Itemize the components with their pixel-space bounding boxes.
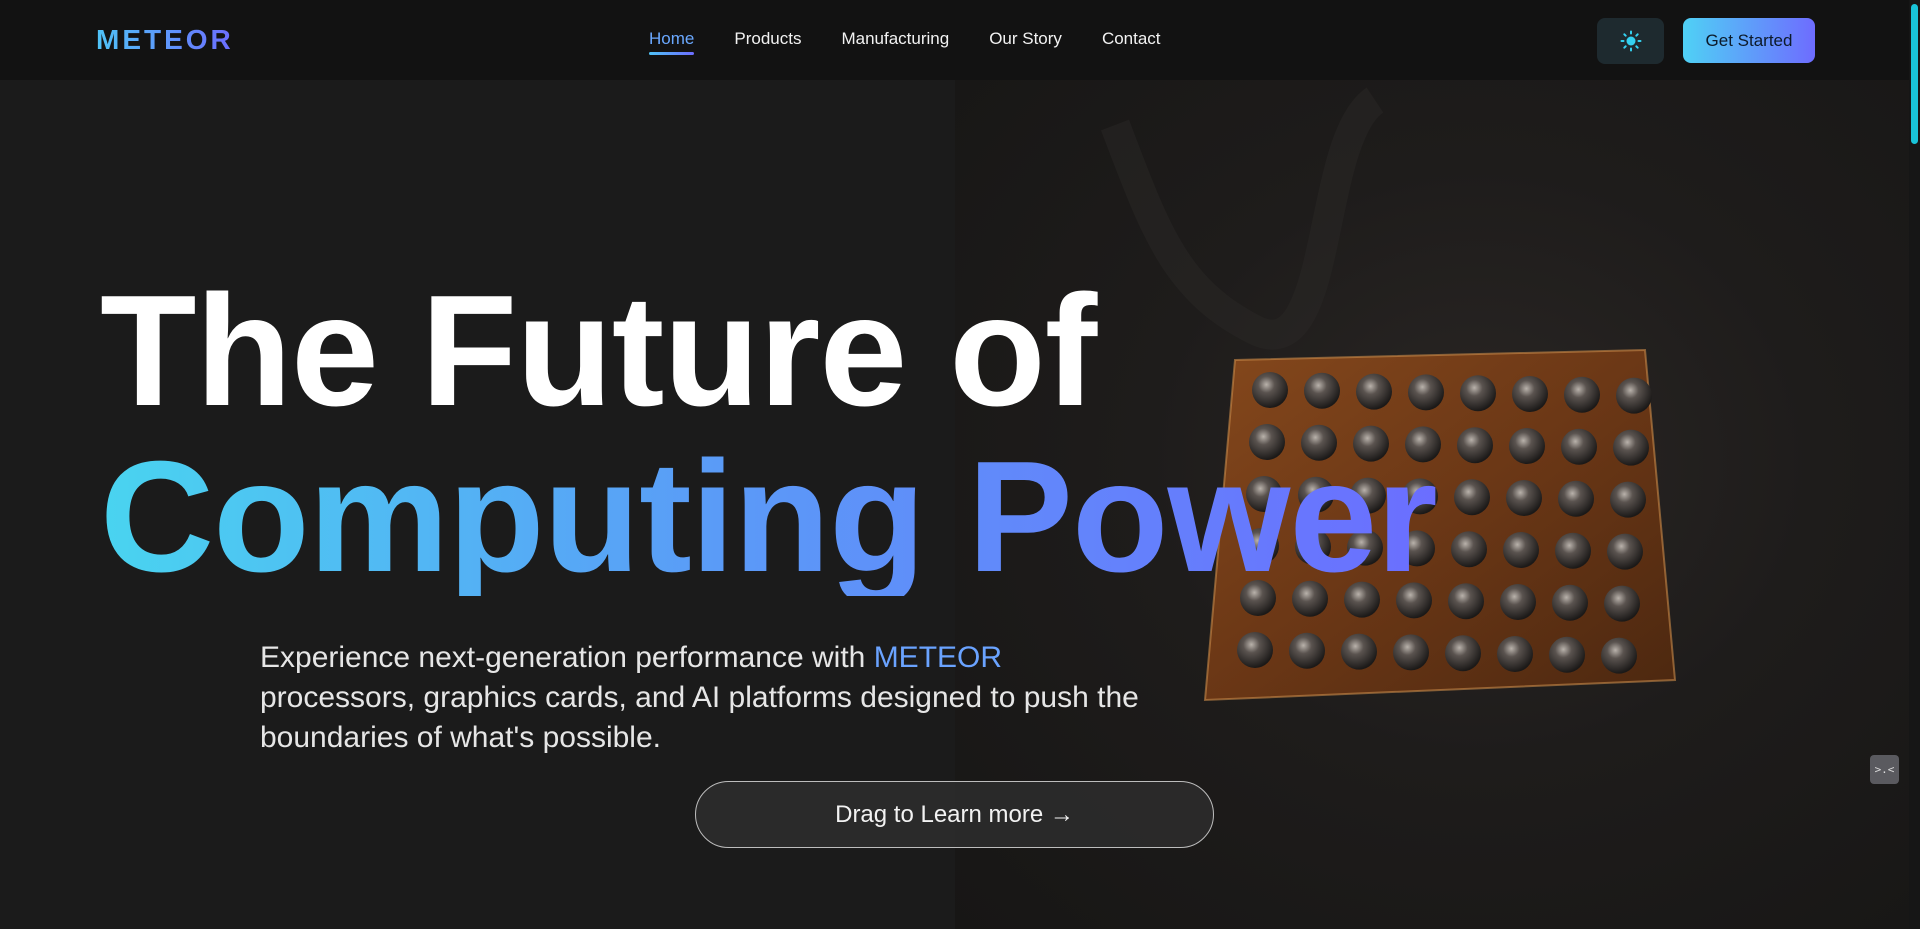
nav-home[interactable]: Home <box>649 29 695 55</box>
solder-ball <box>1601 637 1637 674</box>
hero-title-line1: The Future of <box>100 263 1097 439</box>
solder-ball <box>1252 372 1288 408</box>
solder-ball <box>1454 479 1490 516</box>
subtitle-brand: METEOR <box>873 641 1003 674</box>
main-nav: Home Products Manufacturing Our Story Co… <box>649 29 1161 55</box>
solder-ball <box>1561 428 1597 465</box>
solder-ball <box>1451 531 1487 568</box>
dev-toolbar-widget[interactable]: >.< <box>1870 755 1899 784</box>
solder-ball <box>1460 375 1496 412</box>
solder-ball <box>1408 374 1444 411</box>
solder-ball <box>1552 584 1588 621</box>
solder-ball <box>1237 632 1273 668</box>
solder-ball <box>1445 635 1481 672</box>
solder-ball <box>1555 532 1591 569</box>
solder-ball <box>1457 427 1493 464</box>
solder-ball <box>1506 480 1542 516</box>
solder-ball <box>1616 377 1652 414</box>
solder-ball <box>1304 372 1340 409</box>
solder-ball <box>1500 584 1536 620</box>
top-navbar: METEOR Home Products Manufacturing Our S… <box>0 0 1909 80</box>
solder-ball <box>1558 480 1594 517</box>
hero-subtitle: Experience next-generation performance w… <box>260 638 1160 758</box>
solder-ball <box>1448 583 1484 620</box>
nav-products[interactable]: Products <box>734 29 801 55</box>
solder-ball <box>1503 532 1539 568</box>
nav-our-story[interactable]: Our Story <box>989 29 1062 55</box>
scrollbar-thumb[interactable] <box>1911 4 1918 144</box>
page: METEOR Home Products Manufacturing Our S… <box>0 0 1909 929</box>
solder-ball <box>1549 636 1585 673</box>
get-started-button[interactable]: Get Started <box>1683 18 1815 63</box>
brand-logo[interactable]: METEOR <box>96 24 234 56</box>
solder-ball <box>1607 533 1643 570</box>
solder-ball <box>1564 376 1600 413</box>
hero-title-line2: Computing Power <box>100 429 1438 605</box>
solder-ball <box>1509 428 1545 464</box>
solder-ball <box>1610 481 1646 518</box>
sun-icon <box>1620 30 1641 52</box>
solder-ball <box>1356 373 1392 410</box>
subtitle-text-end: processors, graphics cards, and AI platf… <box>260 681 1139 754</box>
solder-ball <box>1393 634 1429 671</box>
nav-manufacturing[interactable]: Manufacturing <box>841 29 949 55</box>
page-scrollbar[interactable] <box>1909 0 1920 929</box>
solder-ball <box>1289 632 1325 669</box>
solder-ball <box>1604 585 1640 622</box>
nav-contact[interactable]: Contact <box>1102 29 1161 55</box>
subtitle-text-start: Experience next-generation performance w… <box>260 641 866 674</box>
solder-ball <box>1613 429 1649 466</box>
solder-ball <box>1512 376 1548 412</box>
theme-toggle-button[interactable] <box>1597 18 1664 64</box>
drag-learn-more-button[interactable]: Drag to Learn more → <box>695 781 1214 848</box>
solder-ball <box>1341 633 1377 670</box>
solder-ball <box>1497 636 1533 672</box>
